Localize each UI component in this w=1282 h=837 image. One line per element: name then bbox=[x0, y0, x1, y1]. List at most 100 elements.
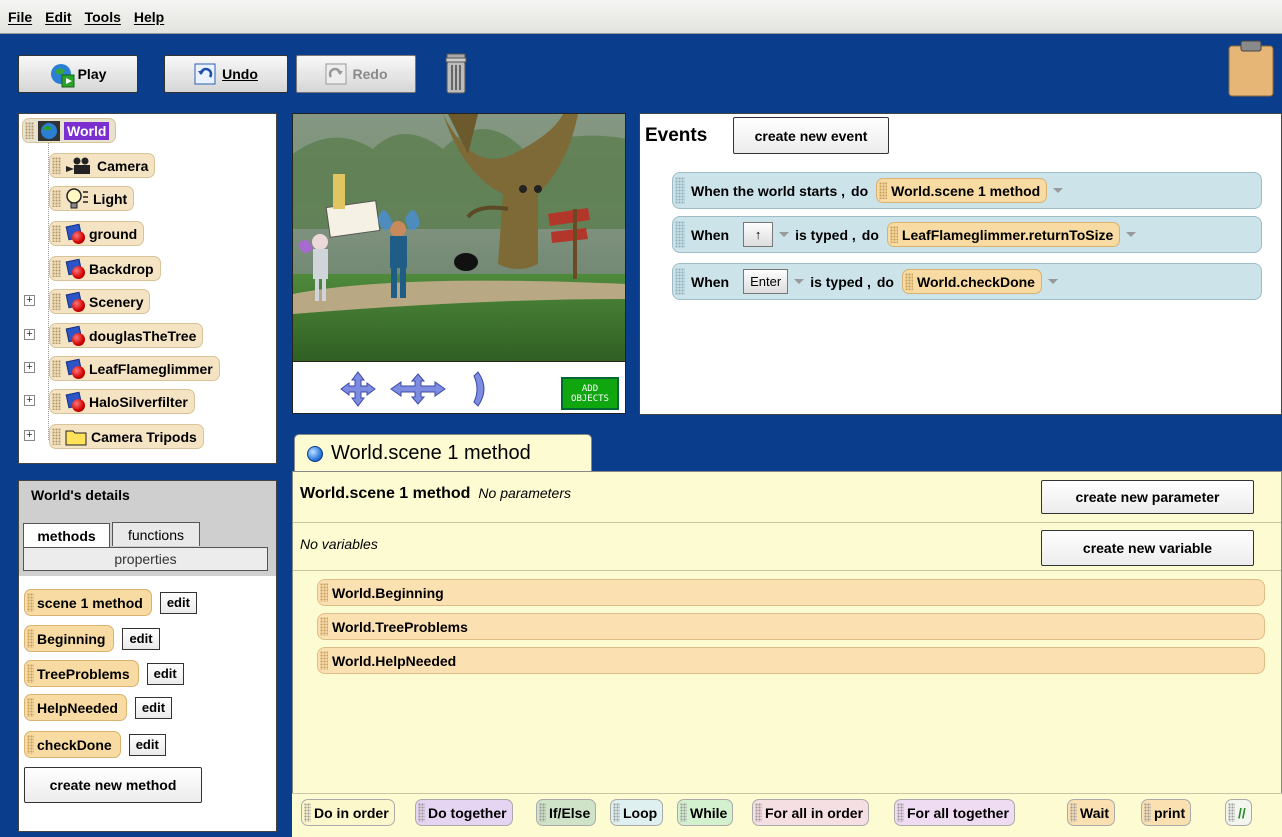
menu-file[interactable]: File bbox=[8, 9, 32, 25]
tree-item-camera-tripods[interactable]: Camera Tripods bbox=[49, 423, 204, 450]
redo-button[interactable]: Redo bbox=[296, 55, 416, 93]
tree-item-world[interactable]: World bbox=[22, 117, 117, 144]
event-method-label: LeafFlameglimmer.returnToSize bbox=[901, 226, 1114, 243]
method-tile[interactable]: checkDone bbox=[24, 731, 121, 758]
create-new-method-button[interactable]: create new method bbox=[24, 767, 202, 803]
expand-icon[interactable]: + bbox=[24, 395, 35, 406]
drag-grip bbox=[675, 177, 685, 204]
scene-view[interactable] bbox=[292, 113, 626, 362]
method-tile[interactable]: scene 1 method bbox=[24, 589, 152, 616]
dropdown-arrow-icon[interactable] bbox=[1053, 188, 1064, 193]
palette-comment[interactable]: // bbox=[1225, 799, 1252, 826]
event-method-tile[interactable]: LeafFlameglimmer.returnToSize bbox=[886, 222, 1121, 247]
palette-for-all-together[interactable]: For all together bbox=[894, 799, 1015, 826]
drag-grip bbox=[52, 360, 61, 377]
tree-item-scenery[interactable]: Scenery bbox=[49, 288, 151, 315]
palette-while[interactable]: While bbox=[677, 799, 734, 826]
event-method-tile[interactable]: World.scene 1 method bbox=[876, 178, 1048, 203]
palette-label: // bbox=[1238, 804, 1246, 821]
drag-grip bbox=[539, 803, 546, 822]
dropdown-arrow-icon[interactable] bbox=[779, 232, 790, 237]
tree-item-leafflameglimmer[interactable]: LeafFlameglimmer bbox=[49, 355, 220, 382]
palette-for-all-in-order[interactable]: For all in order bbox=[752, 799, 870, 826]
tree-item-halosilverfilter[interactable]: HaloSilverfilter bbox=[49, 388, 195, 415]
tree-item-douglas[interactable]: douglasTheTree bbox=[49, 322, 204, 349]
event-when-label: When the world starts , bbox=[691, 182, 846, 199]
drag-grip bbox=[52, 157, 61, 174]
edit-button[interactable]: edit bbox=[146, 662, 184, 685]
statement-row[interactable]: World.Beginning bbox=[317, 579, 1265, 606]
create-new-parameter-button[interactable]: create new parameter bbox=[1041, 480, 1254, 514]
palette-do-in-order[interactable]: Do in order bbox=[301, 799, 395, 826]
tree-label: Camera bbox=[97, 157, 149, 174]
palette-print[interactable]: print bbox=[1141, 799, 1192, 826]
camera-move-arrows-icon[interactable] bbox=[338, 370, 488, 408]
expand-icon[interactable]: + bbox=[24, 362, 35, 373]
play-button[interactable]: Play bbox=[18, 55, 138, 93]
palette-do-together[interactable]: Do together bbox=[415, 799, 513, 826]
expand-icon[interactable]: + bbox=[24, 295, 35, 306]
events-title: Events bbox=[645, 125, 708, 146]
details-title: World's details bbox=[31, 487, 130, 503]
key-selector[interactable]: Enter bbox=[743, 269, 789, 294]
tab-methods[interactable]: methods bbox=[23, 523, 110, 547]
tree-item-backdrop[interactable]: Backdrop bbox=[49, 255, 161, 282]
expand-icon[interactable]: + bbox=[24, 430, 35, 441]
drag-grip bbox=[1070, 803, 1077, 822]
tree-item-camera[interactable]: Camera bbox=[49, 152, 156, 179]
dropdown-arrow-icon[interactable] bbox=[1047, 279, 1058, 284]
edit-button[interactable]: edit bbox=[128, 733, 166, 756]
tab-method-editor[interactable]: World.scene 1 method bbox=[294, 434, 592, 472]
light-bulb-icon bbox=[66, 187, 88, 208]
folder-icon bbox=[65, 430, 87, 445]
drag-grip bbox=[320, 583, 328, 602]
statement-row[interactable]: World.HelpNeeded bbox=[317, 647, 1265, 674]
create-new-variable-button[interactable]: create new variable bbox=[1041, 530, 1254, 566]
menu-edit[interactable]: Edit bbox=[45, 9, 71, 25]
event-row[interactable]: When Enter is typed , do World.checkDone bbox=[672, 263, 1262, 300]
menu-help[interactable]: Help bbox=[134, 9, 164, 25]
edit-button[interactable]: edit bbox=[159, 591, 197, 614]
tab-properties[interactable]: properties bbox=[23, 547, 268, 571]
drag-grip bbox=[52, 393, 61, 410]
tab-functions[interactable]: functions bbox=[112, 522, 200, 546]
edit-button[interactable]: edit bbox=[134, 696, 173, 719]
object-tree: World Camera Light ground Backdrop + Sce… bbox=[18, 113, 277, 464]
palette-wait[interactable]: Wait bbox=[1067, 799, 1116, 826]
palette-label: print bbox=[1154, 804, 1186, 821]
palette-loop[interactable]: Loop bbox=[610, 799, 664, 826]
trash-icon[interactable] bbox=[444, 53, 468, 95]
create-new-event-button[interactable]: create new event bbox=[733, 117, 889, 154]
method-label: checkDone bbox=[37, 736, 112, 753]
camera-icon bbox=[66, 157, 90, 174]
event-row[interactable]: When ↑ is typed , do LeafFlameglimmer.re… bbox=[672, 216, 1262, 253]
expand-icon[interactable]: + bbox=[24, 329, 35, 340]
method-tile[interactable]: HelpNeeded bbox=[24, 694, 127, 721]
world-label: World bbox=[64, 121, 110, 140]
statement-label: World.Beginning bbox=[332, 584, 444, 601]
undo-icon bbox=[194, 63, 216, 85]
add-objects-button[interactable]: ADD OBJECTS bbox=[561, 377, 619, 410]
scenery-tile: Scenery bbox=[49, 289, 151, 314]
event-row[interactable]: When the world starts , do World.scene 1… bbox=[672, 172, 1262, 209]
drag-grip bbox=[904, 273, 913, 290]
drag-grip bbox=[52, 293, 61, 310]
tree-item-light[interactable]: Light bbox=[49, 185, 135, 212]
dropdown-arrow-icon[interactable] bbox=[794, 279, 805, 284]
dropdown-arrow-icon[interactable] bbox=[1126, 232, 1137, 237]
event-typed-label: is typed , bbox=[810, 273, 871, 290]
clipboard-icon[interactable] bbox=[1228, 40, 1274, 97]
method-tile[interactable]: TreeProblems bbox=[24, 660, 139, 687]
palette-if-else[interactable]: If/Else bbox=[536, 799, 597, 826]
drag-grip bbox=[680, 803, 687, 822]
add-objects-line-1: ADD bbox=[581, 383, 599, 394]
menu-tools[interactable]: Tools bbox=[85, 9, 121, 25]
method-tile[interactable]: Beginning bbox=[24, 625, 115, 652]
palette-label: Do in order bbox=[314, 804, 389, 821]
event-method-tile[interactable]: World.checkDone bbox=[901, 269, 1042, 294]
tree-item-ground[interactable]: ground bbox=[49, 220, 145, 247]
undo-button[interactable]: Undo bbox=[164, 55, 288, 93]
edit-button[interactable]: edit bbox=[122, 627, 160, 650]
key-selector[interactable]: ↑ bbox=[743, 222, 774, 247]
statement-row[interactable]: World.TreeProblems bbox=[317, 613, 1265, 640]
